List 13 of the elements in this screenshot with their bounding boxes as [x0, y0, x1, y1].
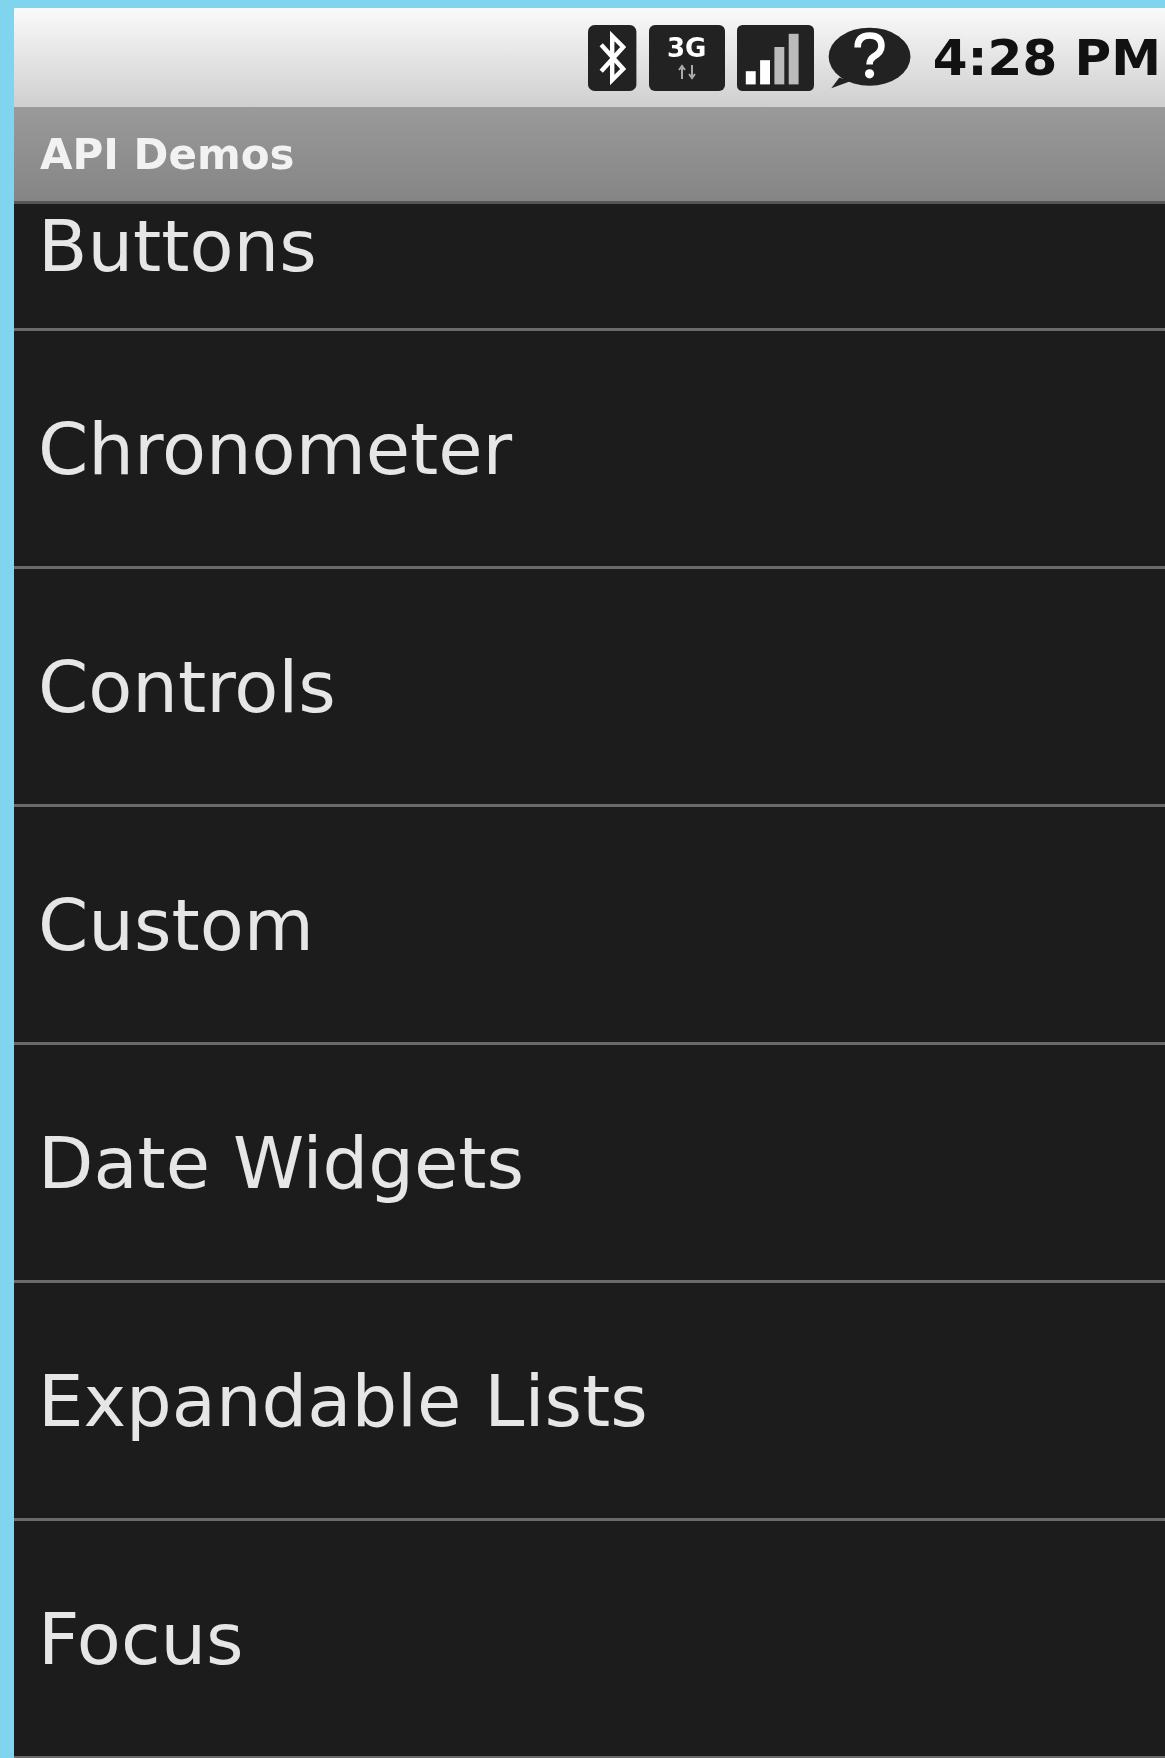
- list-item[interactable]: Controls: [14, 569, 1165, 807]
- list-item[interactable]: Buttons: [14, 204, 1165, 331]
- network-label: 3G: [667, 35, 707, 61]
- bluetooth-icon: [588, 24, 637, 91]
- arrows-icon: [676, 64, 697, 80]
- signal-icon: [736, 24, 814, 91]
- app-title: API Demos: [40, 129, 295, 179]
- list-item[interactable]: Focus: [14, 1521, 1165, 1758]
- list-item[interactable]: Custom: [14, 807, 1165, 1045]
- list-item[interactable]: Chronometer: [14, 331, 1165, 569]
- list-item[interactable]: Date Widgets: [14, 1045, 1165, 1283]
- list-item[interactable]: Expandable Lists: [14, 1283, 1165, 1521]
- status-time: 4:28 PM: [932, 28, 1161, 87]
